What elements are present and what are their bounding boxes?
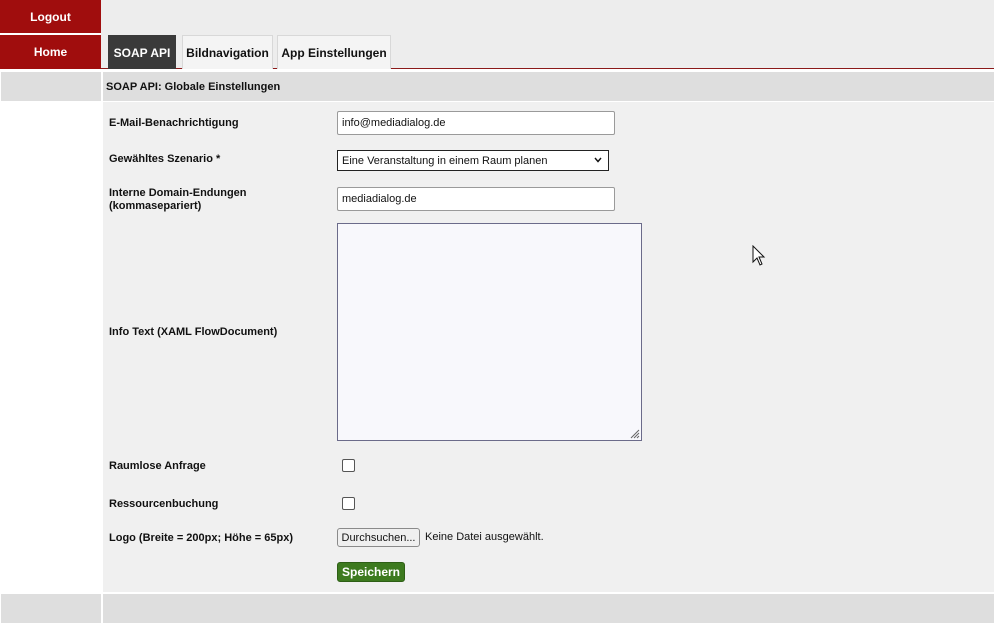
scenario-select-value: Eine Veranstaltung in einem Raum planen <box>342 154 548 167</box>
domains-label-line2: (kommasepariert) <box>109 200 202 212</box>
mouse-cursor-icon <box>752 245 766 266</box>
tab-bildnavigation[interactable]: Bildnavigation <box>182 35 273 69</box>
raumlos-label: Raumlose Anfrage <box>109 460 206 472</box>
info-text-textarea[interactable] <box>337 223 642 441</box>
logo-label: Logo (Breite = 200px; Höhe = 65px) <box>109 532 293 544</box>
domains-field[interactable] <box>337 187 615 211</box>
raumlos-checkbox[interactable] <box>342 459 355 472</box>
top-strip <box>101 0 994 34</box>
file-status: Keine Datei ausgewählt. <box>425 531 544 543</box>
footer-bar <box>103 594 994 623</box>
resize-grip-icon[interactable] <box>628 427 640 439</box>
ressource-checkbox[interactable] <box>342 497 355 510</box>
logout-button[interactable]: Logout <box>0 0 101 33</box>
chevron-down-icon <box>594 157 602 163</box>
ressource-label: Ressourcenbuchung <box>109 498 219 510</box>
tab-bar: SOAP API Bildnavigation App Einstellunge… <box>101 34 994 69</box>
browse-button[interactable]: Durchsuchen... <box>337 528 420 547</box>
scenario-label: Gewähltes Szenario * <box>109 153 221 165</box>
footer-left <box>1 594 101 623</box>
domains-label-line1: Interne Domain-Endungen <box>109 187 247 199</box>
save-button[interactable]: Speichern <box>337 562 405 582</box>
info-text-label: Info Text (XAML FlowDocument) <box>109 326 278 338</box>
home-button[interactable]: Home <box>0 35 101 69</box>
scenario-select[interactable]: Eine Veranstaltung in einem Raum planen <box>337 150 609 171</box>
email-label: E-Mail-Benachrichtigung <box>109 117 239 129</box>
email-field[interactable] <box>337 111 615 135</box>
section-header-left <box>1 72 101 101</box>
tab-app-einstellungen[interactable]: App Einstellungen <box>277 35 391 69</box>
tab-soap-api[interactable]: SOAP API <box>108 35 176 69</box>
section-title: SOAP API: Globale Einstellungen <box>103 72 994 101</box>
domains-label: Interne Domain-Endungen (kommasepariert) <box>109 187 247 213</box>
settings-form: E-Mail-Benachrichtigung Gewähltes Szenar… <box>103 102 994 592</box>
